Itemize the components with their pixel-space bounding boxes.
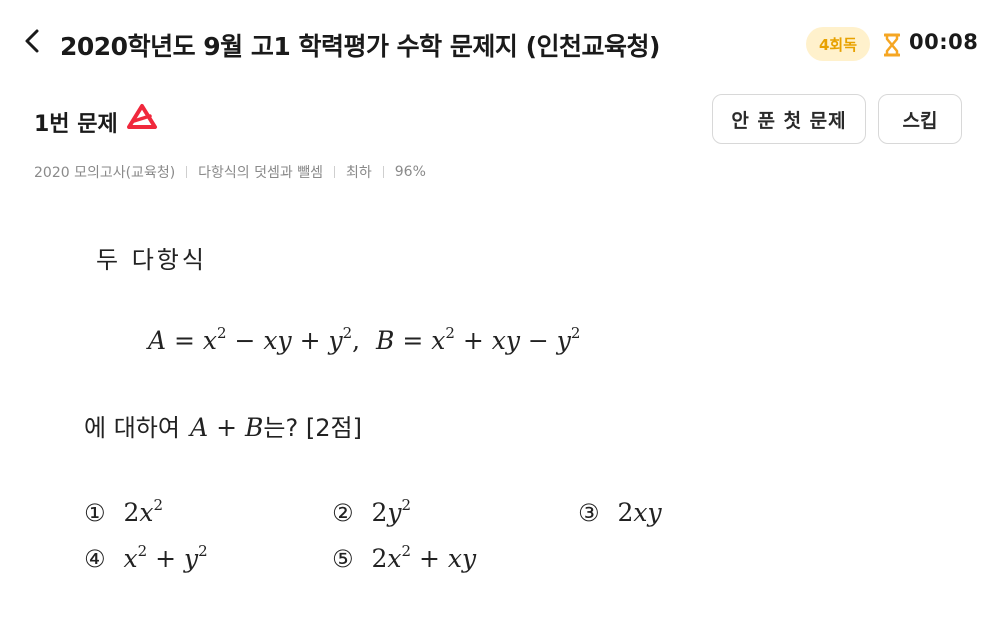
divider <box>334 166 335 178</box>
meta-source: 2020 모의고사(교육청) <box>34 165 176 181</box>
question-prefix: 에 대하여 <box>84 414 180 442</box>
choice-3[interactable]: ③ 2xy <box>578 498 662 527</box>
choice-number: ① <box>84 499 106 527</box>
meta-accuracy: 96% <box>394 164 426 180</box>
divider <box>382 166 384 178</box>
choice-expression: 2y2 <box>371 496 412 528</box>
problem-screen: 2020학년도 9월 고1 학력평가 수학 문제지 (인천교육청) 4회독 00… <box>0 0 1000 623</box>
problem-equation: A = x2 − xy + y2, B = x2 + xy − y2 <box>148 324 581 356</box>
choice-expression: 2x2 + xy <box>371 542 477 574</box>
question-suffix: 는? [2점] <box>263 414 362 442</box>
choice-2[interactable]: ② 2y2 <box>332 496 412 528</box>
problem-title: 1번 문제 <box>34 112 118 137</box>
page-title: 2020학년도 9월 고1 학력평가 수학 문제지 (인천교육청) <box>60 32 660 61</box>
choice-1[interactable]: ① 2x2 <box>84 496 164 528</box>
skip-button[interactable]: 스킵 <box>878 94 962 144</box>
choice-number: ② <box>332 499 354 527</box>
problem-question: 에 대하여 A + B는? [2점] <box>84 413 362 442</box>
meta-difficulty: 최하 <box>346 165 372 181</box>
back-icon[interactable] <box>18 26 46 56</box>
hourglass-icon <box>883 33 901 57</box>
choice-expression: 2x2 <box>123 496 164 528</box>
triangle-mark-icon[interactable] <box>126 103 158 131</box>
choice-expression: 2xy <box>617 498 662 527</box>
problem-meta: 2020 모의고사(교육청) 다항식의 덧셈과 뺄셈 최하 96% <box>34 162 426 182</box>
choice-number: ④ <box>84 545 106 573</box>
first-unsolved-button[interactable]: 안 푼 첫 문제 <box>712 94 866 144</box>
choice-expression: x2 + y2 <box>123 542 208 574</box>
meta-topic: 다항식의 덧셈과 뺄셈 <box>198 165 323 181</box>
timer: 00:08 <box>909 30 979 54</box>
divider <box>186 166 188 178</box>
choice-5[interactable]: ⑤ 2x2 + xy <box>332 542 477 574</box>
choice-4[interactable]: ④ x2 + y2 <box>84 542 208 574</box>
choice-number: ⑤ <box>332 545 354 573</box>
round-badge: 4회독 <box>806 27 870 61</box>
choice-number: ③ <box>578 499 600 527</box>
problem-intro: 두 다항식 <box>96 246 207 274</box>
